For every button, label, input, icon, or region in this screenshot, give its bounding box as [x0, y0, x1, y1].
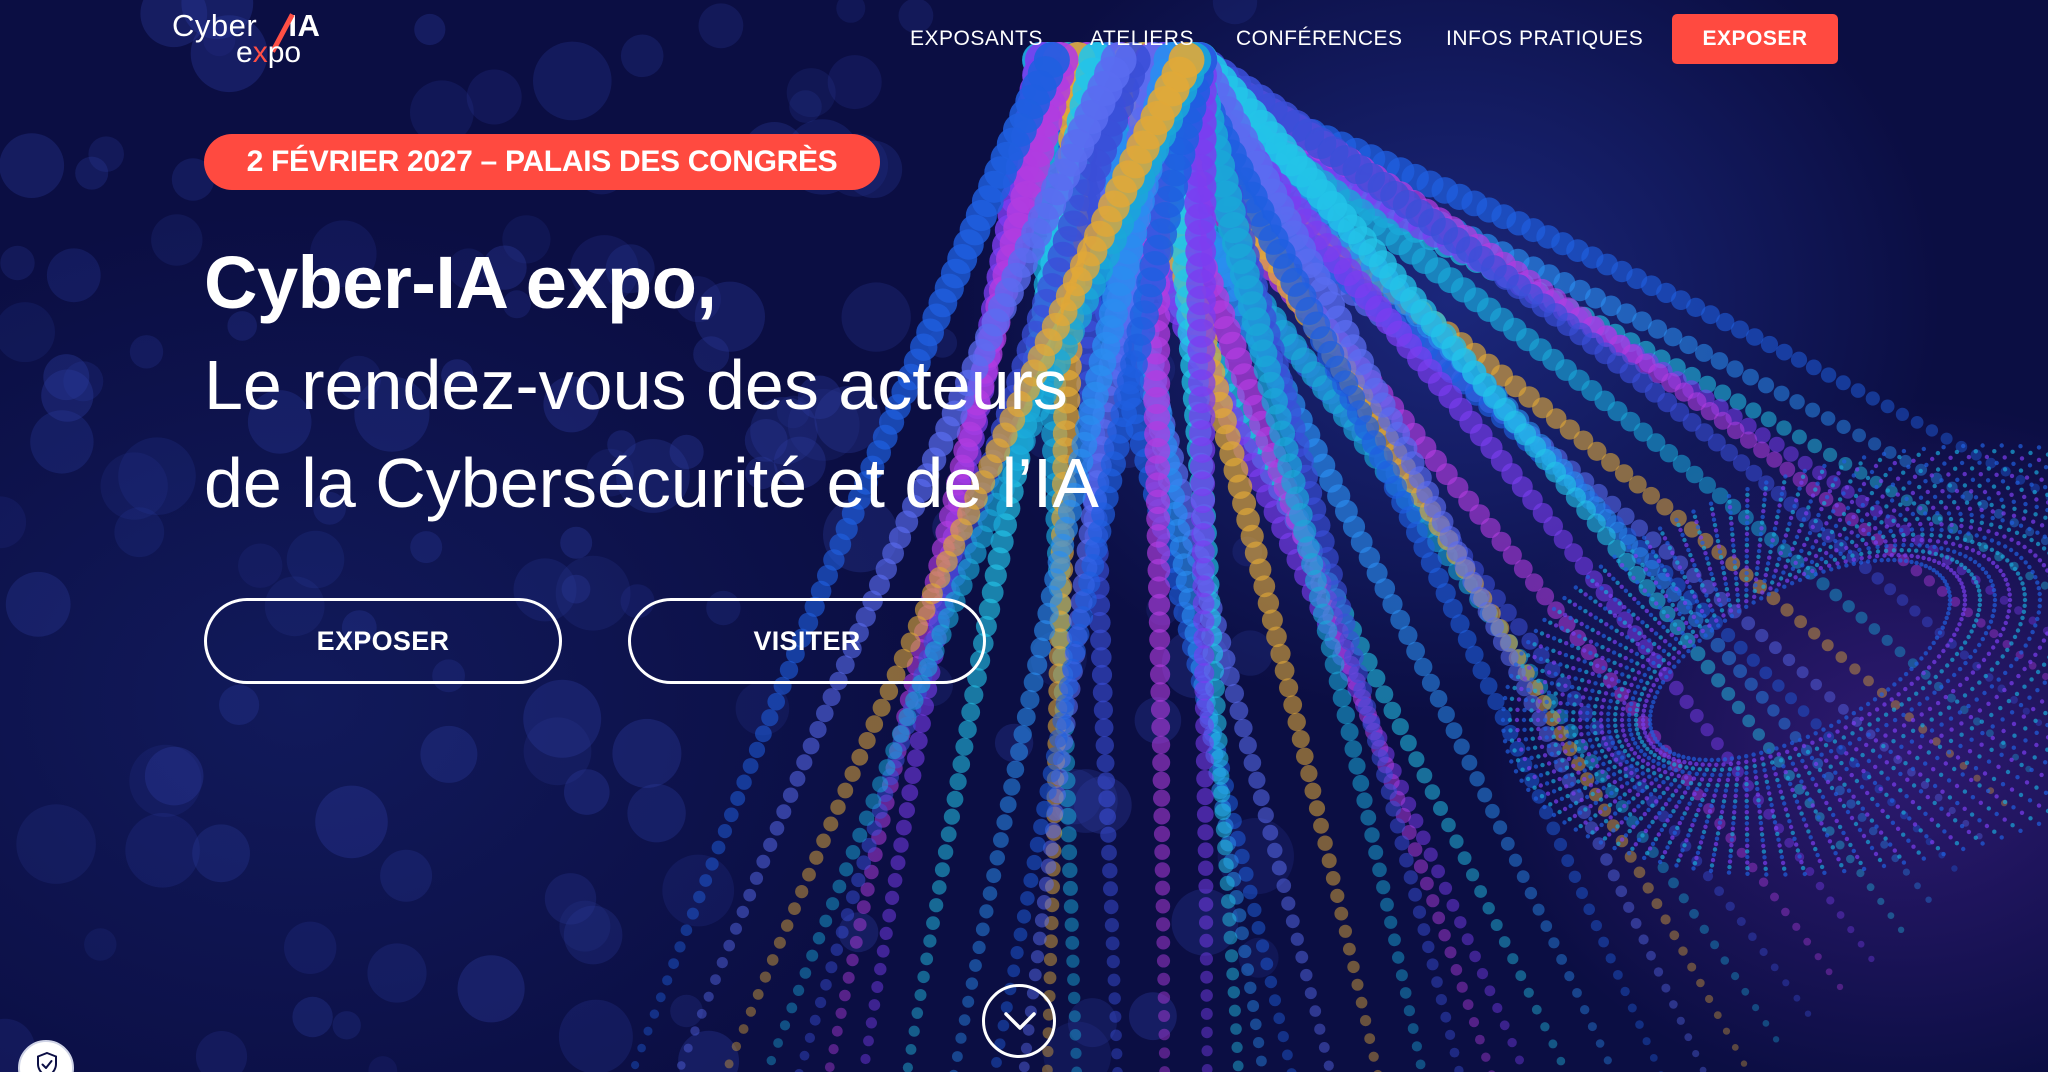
hero-expose-button[interactable]: EXPOSER — [204, 598, 562, 684]
nav-expose-button[interactable]: EXPOSER — [1672, 14, 1838, 64]
hero-subtitle: Le rendez-vous des acteurs de la Cybersé… — [204, 336, 1099, 532]
nav-item-infos-pratiques[interactable]: INFOS PRATIQUES — [1446, 24, 1643, 54]
hero-visit-button[interactable]: VISITER — [628, 598, 986, 684]
hero-section: Cyber IA expo EXPOSANTS ATELIERS CONFÉRE… — [0, 0, 2048, 1072]
scroll-down-button[interactable] — [982, 984, 1056, 1058]
nav-item-conferences[interactable]: CONFÉRENCES — [1236, 24, 1403, 54]
event-date-badge: 2 FÉVRIER 2027 – PALAIS DES CONGRÈS — [204, 134, 880, 190]
hero-title: Cyber-IA expo, — [204, 241, 717, 324]
chevron-down-icon — [1004, 1012, 1036, 1030]
nav-item-ateliers[interactable]: ATELIERS — [1090, 24, 1194, 54]
shield-check-icon — [37, 1052, 57, 1072]
hero-subtitle-line-2: de la Cybersécurité et de l’IA — [204, 444, 1099, 522]
nav-item-exposants[interactable]: EXPOSANTS — [910, 24, 1043, 54]
hero-subtitle-line-1: Le rendez-vous des acteurs — [204, 346, 1068, 424]
